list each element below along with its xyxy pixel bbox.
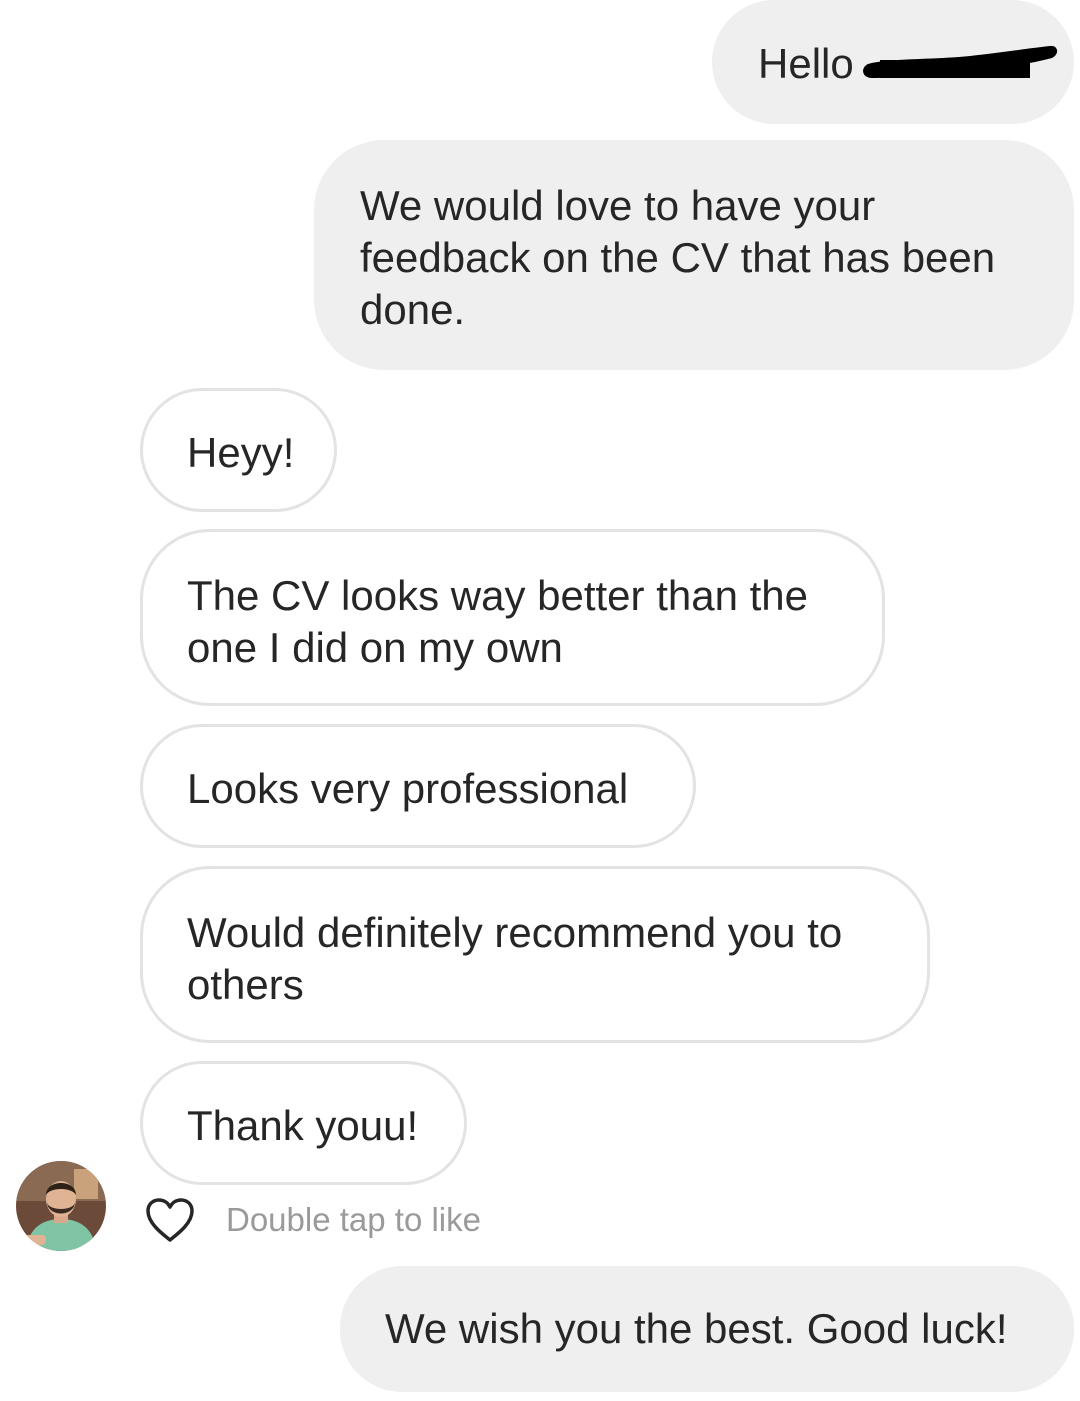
like-prompt[interactable]: Double tap to like (144, 1192, 481, 1248)
received-message-bubble[interactable]: Would definitely recommend you to others (140, 866, 930, 1043)
message-text: We would love to have your feedback on t… (360, 182, 996, 333)
received-message-bubble[interactable]: Heyy! (140, 388, 337, 512)
redaction-mark (863, 45, 1058, 78)
message-text: Heyy! (187, 429, 295, 476)
avatar-photo (16, 1161, 106, 1251)
contact-avatar[interactable] (16, 1161, 106, 1251)
message-text: Would definitely recommend you to others (187, 909, 843, 1008)
message-text: We wish you the best. Good luck! (385, 1305, 1008, 1352)
message-text: Looks very professional (187, 765, 629, 812)
message-text: Thank youu! (187, 1102, 419, 1149)
sent-message-bubble[interactable]: We wish you the best. Good luck! (340, 1266, 1074, 1392)
sent-message-bubble[interactable]: Hello (712, 0, 1074, 124)
message-text: The CV looks way better than the one I d… (187, 572, 808, 671)
sent-message-bubble[interactable]: We would love to have your feedback on t… (314, 140, 1074, 370)
heart-outline-icon[interactable] (144, 1196, 196, 1244)
like-hint-text: Double tap to like (226, 1201, 481, 1238)
received-message-bubble[interactable]: Looks very professional (140, 724, 696, 848)
received-message-bubble[interactable]: The CV looks way better than the one I d… (140, 529, 885, 706)
received-message-bubble[interactable]: Thank youu! (140, 1061, 467, 1185)
